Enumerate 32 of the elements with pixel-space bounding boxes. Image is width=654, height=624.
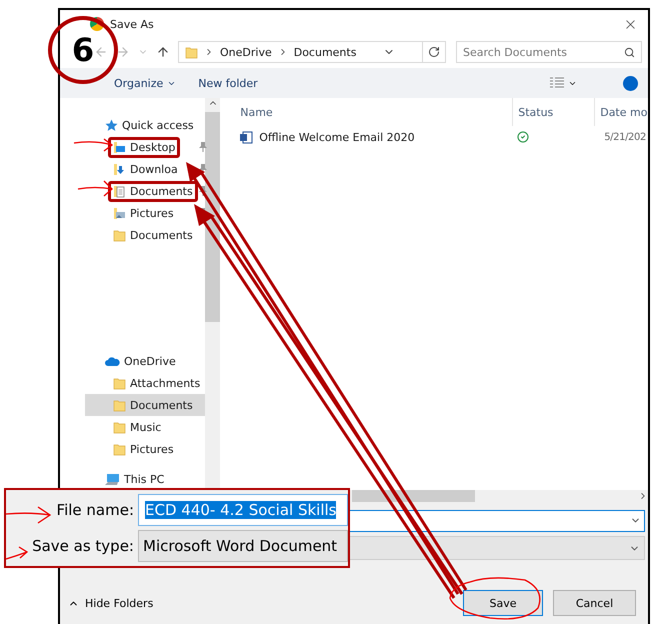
nav-item[interactable]: Music [130, 420, 162, 434]
nav-item[interactable]: Documents [130, 184, 193, 198]
nav-item[interactable]: This PC [124, 472, 164, 486]
nav-item[interactable]: Desktop [130, 140, 176, 154]
save-type-dropdown[interactable]: Microsoft Word Document [138, 530, 348, 562]
date-modified: 5/21/202 [604, 132, 646, 142]
nav-item[interactable]: Documents [130, 228, 193, 242]
save-button[interactable]: Save [463, 590, 543, 616]
address-bar[interactable]: OneDrive Documents [178, 41, 446, 63]
path-segment[interactable]: OneDrive [220, 46, 272, 58]
nav-item[interactable]: Pictures [130, 206, 174, 220]
hide-folders-button[interactable]: Hide Folders [68, 596, 154, 610]
save-type-label: Save as type: [32, 537, 135, 555]
nav-item[interactable]: Documents [130, 398, 193, 412]
file-name-field[interactable]: ECD 440- 4.2 Social Skills [138, 494, 348, 526]
path-segment[interactable]: Documents [294, 46, 356, 58]
selected-nav-row[interactable]: Documents [85, 394, 206, 416]
column-header[interactable]: Status [512, 98, 594, 126]
nav-item[interactable]: OneDrive [124, 354, 176, 368]
search-field[interactable]: Search Documents [456, 41, 642, 63]
nav-item[interactable]: Downloa [130, 162, 178, 176]
column-header[interactable]: Date mo [594, 98, 654, 126]
column-header[interactable]: Name [240, 98, 512, 126]
nav-item[interactable]: Quick access [122, 118, 194, 132]
nav-item[interactable]: Pictures [130, 442, 174, 456]
file-name[interactable]: Offline Welcome Email 2020 [259, 130, 415, 144]
organize-menu[interactable]: Organize [114, 76, 176, 90]
nav-item[interactable]: Attachments [130, 376, 200, 390]
file-name-label: File name: [56, 501, 135, 519]
cancel-button[interactable]: Cancel [553, 590, 636, 616]
window-title: Save As [110, 18, 155, 30]
new-folder-button[interactable]: New folder [198, 76, 258, 90]
